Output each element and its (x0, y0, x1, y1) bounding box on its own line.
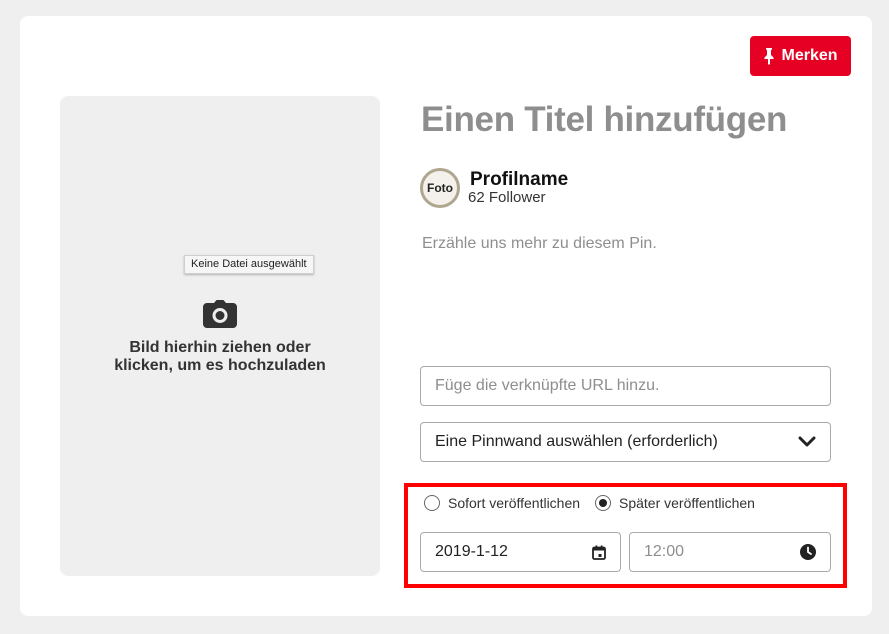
description-input[interactable]: Erzähle uns mehr zu diesem Pin. (422, 235, 657, 253)
image-upload-area[interactable] (60, 96, 380, 576)
publish-now-label: Sofort veröffentlichen (448, 495, 581, 511)
publish-later-option[interactable]: Später veröffentlichen (595, 495, 755, 511)
upload-instruction-line2: klicken, um es hochzuladen (114, 357, 326, 374)
url-input[interactable]: Füge die verknüpfte URL hinzu. (420, 366, 831, 406)
publish-later-label: Später veröffentlichen (619, 495, 755, 511)
date-input[interactable]: 2019-1-12 (420, 532, 621, 572)
follower-count: 62 Follower (468, 189, 546, 206)
upload-instruction-line1: Bild hierhin ziehen oder (129, 339, 311, 356)
profile-name: Profilname (470, 169, 569, 190)
chevron-down-icon (798, 436, 816, 447)
publish-later-radio[interactable] (595, 495, 611, 511)
save-button[interactable]: Merken (750, 36, 851, 76)
clock-icon[interactable] (800, 544, 816, 560)
publish-now-radio[interactable] (424, 495, 440, 511)
title-input[interactable]: Einen Titel hinzufügen (421, 100, 787, 140)
board-select-value: Eine Pinnwand auswählen (erforderlich) (435, 433, 718, 450)
time-placeholder: 12:00 (644, 543, 685, 560)
board-select[interactable]: Eine Pinnwand auswählen (erforderlich) (420, 422, 831, 462)
avatar: Foto (420, 168, 460, 208)
upload-instruction: Bild hierhin ziehen oder klicken, um es … (100, 339, 340, 375)
save-button-label: Merken (781, 47, 838, 64)
pushpin-icon (764, 48, 774, 65)
file-tooltip: Keine Datei ausgewählt (184, 255, 314, 274)
publish-now-option[interactable]: Sofort veröffentlichen (424, 495, 580, 511)
time-input[interactable]: 12:00 (629, 532, 831, 572)
calendar-icon[interactable] (592, 545, 606, 560)
date-value: 2019-1-12 (435, 543, 508, 560)
camera-icon (203, 300, 237, 328)
